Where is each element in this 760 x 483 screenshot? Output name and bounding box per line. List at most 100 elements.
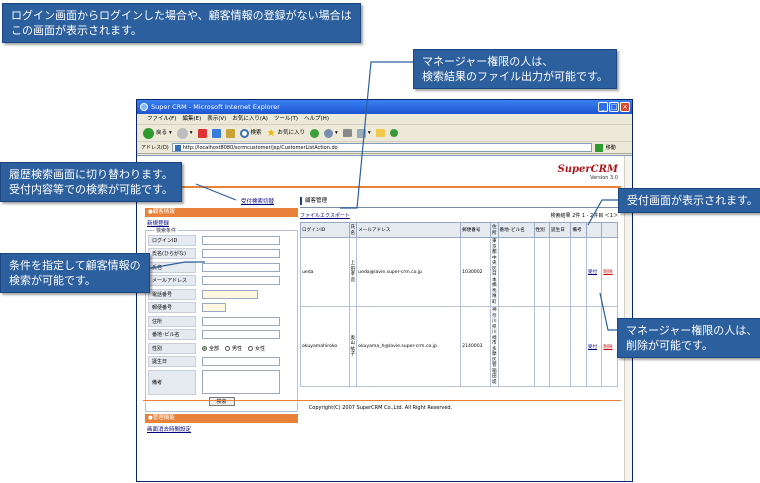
footer-divider: [143, 400, 621, 401]
cell-empty: [533, 237, 551, 307]
main-title-divider: [300, 207, 618, 208]
field-label: ログインID: [148, 234, 196, 246]
delete-link[interactable]: 削除: [603, 345, 612, 350]
criteria-input[interactable]: [202, 249, 280, 259]
field-label: 番地･ビル名: [148, 329, 196, 341]
criteria-input[interactable]: [202, 235, 280, 245]
callout-text-line: ログイン画面からログインした場合や、顧客情報の登録がない場合は: [11, 9, 352, 22]
criteria-input[interactable]: [202, 262, 280, 272]
forward-button[interactable]: ▾: [176, 125, 193, 142]
column-header: [585, 222, 603, 238]
criteria-input[interactable]: [202, 276, 280, 286]
screen-clear-time-link[interactable]: 画面消去時間設定: [145, 423, 298, 434]
criteria-input[interactable]: [202, 316, 280, 326]
gender-radio-label: 全部: [209, 345, 220, 352]
table-header-row: ログインID 氏名 メールアドレス 郵便番号 住所 番地･ビル名 性別 誕生日 備考: [300, 222, 618, 238]
back-label: 戻る: [156, 129, 168, 136]
history-switch-link[interactable]: 受付検索切替: [241, 197, 274, 205]
title-bar[interactable]: Super CRM - Microsoft Internet Explorer …: [137, 100, 632, 114]
results-table: ログインID 氏名 メールアドレス 郵便番号 住所 番地･ビル名 性別 誕生日 備考 ueda 上…: [300, 222, 618, 387]
menu-view[interactable]: 表示(V): [207, 114, 226, 124]
file-export-link[interactable]: ファイルエクスポート: [300, 212, 350, 220]
gender-radio[interactable]: 女性: [248, 345, 265, 352]
field-label: メールアドレス: [148, 275, 196, 287]
column-header: 住所: [489, 222, 499, 238]
go-button[interactable]: 移動: [606, 142, 616, 154]
back-button[interactable]: 戻る ▾: [143, 125, 172, 142]
column-header: [601, 222, 618, 238]
favorites-button[interactable]: ★ お気に入り: [267, 125, 305, 142]
minimize-icon[interactable]: _: [598, 102, 608, 112]
callout-text-line: マネージャー権限の人は、: [422, 55, 554, 68]
stop-button[interactable]: [197, 128, 207, 138]
address-bar: アドレス(D) http://localhost8080/scrmcustome…: [137, 142, 632, 154]
home-button[interactable]: [225, 128, 235, 138]
table-row: okuyamahiroko 奥山 紘子 okuyama_h@lavie.super-…: [300, 306, 618, 387]
cell-email: ueda@lavie.super-crm.co.jp: [356, 237, 462, 307]
criteria-input[interactable]: [202, 303, 226, 313]
go-arrow-icon[interactable]: [594, 143, 603, 152]
reception-link[interactable]: 受付: [588, 345, 597, 350]
copyright: Copyright(C) 2007 SuperCRM Co.,Ltd. All …: [308, 405, 453, 411]
gender-radio[interactable]: 男性: [225, 345, 242, 352]
criteria-input[interactable]: [202, 370, 280, 394]
menu-tools[interactable]: ツール(T): [274, 114, 298, 124]
close-icon[interactable]: ×: [620, 102, 630, 112]
refresh-button[interactable]: [211, 128, 221, 138]
field-label: 住所: [148, 315, 196, 327]
cell-login-id: ueda: [300, 237, 350, 307]
home-icon: [225, 128, 235, 138]
radio-icon: [248, 345, 254, 351]
address-input[interactable]: http://localhost8080/scrmcustomer/jsp/Cu…: [171, 143, 592, 152]
cell-zip: 2140003: [460, 306, 491, 387]
field-label: 氏名(ひらがな): [148, 248, 196, 260]
version-label: Version 3.0: [590, 175, 618, 181]
field-label: 備考: [148, 369, 196, 395]
menu-favorites[interactable]: お気に入り(A): [232, 114, 268, 124]
field-label: 郵便番号: [148, 302, 196, 314]
menu-file[interactable]: ファイル(F): [147, 114, 176, 124]
field-label: 氏名: [148, 261, 196, 273]
forward-arrow-icon: [176, 127, 188, 139]
callout-text-line: 検索が可能です。: [9, 274, 96, 287]
page-icon: [174, 145, 181, 151]
callout-text-line: 削除が可能です。: [626, 339, 713, 352]
reception-link[interactable]: 受付: [588, 270, 597, 275]
cell-login-id: okuyamahiroko: [300, 306, 350, 387]
callout-manager-delete: マネージャー権限の人は、 削除が可能です。: [617, 318, 760, 358]
search-button[interactable]: 検索: [239, 125, 262, 142]
gender-radio[interactable]: 全部: [202, 345, 219, 352]
folder-icon: [375, 129, 385, 137]
history-button[interactable]: [310, 128, 320, 138]
column-header: 備考: [570, 222, 587, 238]
field-label: 誕生日: [148, 356, 196, 368]
criteria-row: 郵便番号: [148, 302, 295, 315]
app-logo: SuperCRM Version 3.0: [558, 164, 618, 181]
maximize-icon[interactable]: □: [609, 102, 619, 112]
radio-icon: [202, 345, 207, 351]
criteria-input[interactable]: [202, 330, 280, 340]
criteria-row: ログインID: [148, 234, 295, 247]
cell-name: 上田 孝造: [348, 237, 358, 307]
search-criteria-box: 検索条件 ログインID 氏名(ひらがな) 氏名 メールアドレス 電話番号 郵便番号 住所 番地…: [145, 227, 298, 412]
menu-bar: ファイル(F) 編集(E) 表示(V) お気に入り(A) ツール(T) ヘルプ(…: [137, 114, 632, 125]
menu-help[interactable]: ヘルプ(H): [304, 114, 329, 124]
address-url: http://localhost8080/scrmcustomer/jsp/Cu…: [182, 145, 338, 151]
folder-button[interactable]: [375, 129, 385, 137]
column-header: 氏名: [348, 222, 358, 238]
criteria-input[interactable]: [202, 357, 280, 367]
criteria-row: メールアドレス: [148, 275, 295, 288]
criteria-row: 番地･ビル名: [148, 329, 295, 342]
cell-address: 神奈川県川崎市多摩区菅稲田堤: [489, 306, 499, 387]
menu-edit[interactable]: 編集(E): [182, 114, 201, 124]
history-icon: [310, 128, 320, 138]
callout-text-line: 条件を指定して顧客情報の: [9, 259, 141, 272]
radio-icon: [225, 345, 231, 351]
callout-text-line: マネージャー権限の人は、: [626, 324, 758, 337]
delete-link[interactable]: 削除: [603, 270, 612, 275]
print-button[interactable]: [342, 129, 352, 137]
mail-button[interactable]: ▾: [324, 125, 338, 142]
messenger-button[interactable]: [389, 129, 398, 137]
edit-button[interactable]: ▾: [356, 125, 371, 142]
criteria-input[interactable]: [202, 289, 258, 299]
